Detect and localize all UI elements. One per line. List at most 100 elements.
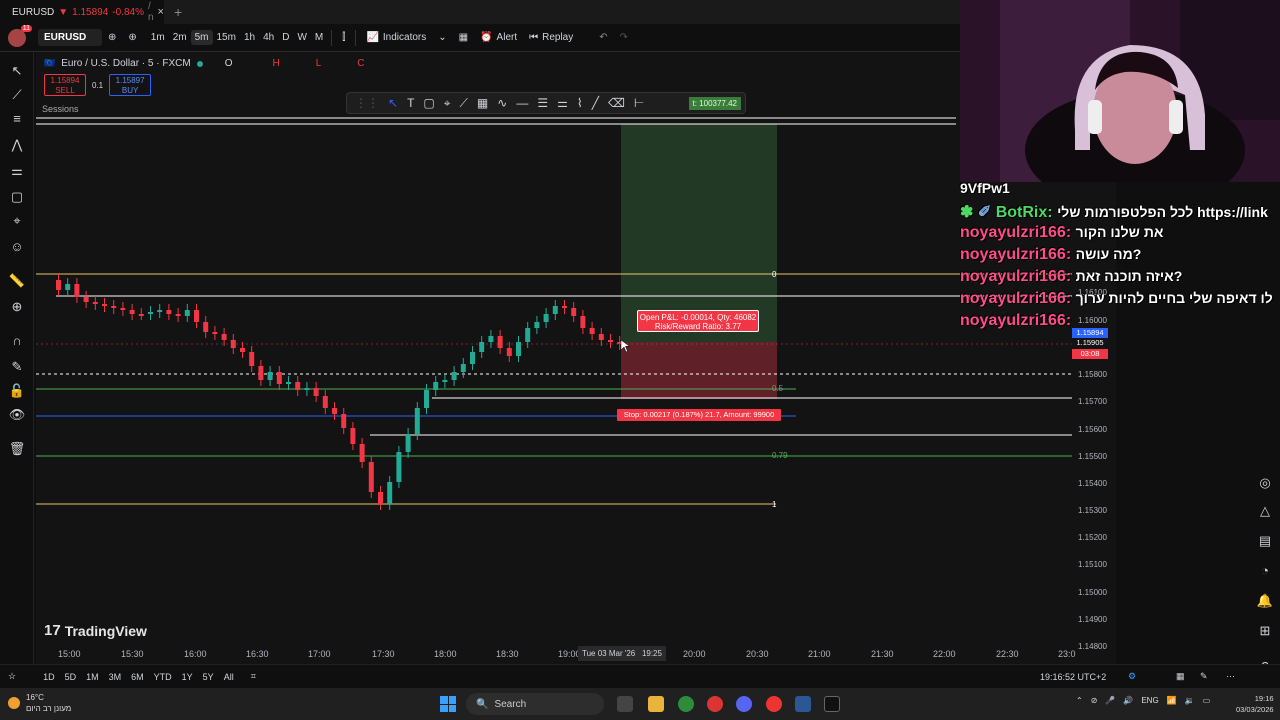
interval-2m[interactable]: 2m <box>169 30 191 45</box>
tray-mic-icon[interactable]: 🎤 <box>1105 696 1115 705</box>
time-axis[interactable]: 23:0 22:30 22:00 21:30 21:00 20:30 20:00 19:00 1… <box>36 644 1116 664</box>
indicators-button[interactable]: 📈 Indicators <box>360 24 432 52</box>
compare-icon[interactable]: ⊕ <box>122 24 146 52</box>
avatar[interactable]: 11 <box>8 24 32 47</box>
tab-close-icon[interactable]: × <box>158 6 164 18</box>
range-3m[interactable]: 3M <box>104 672 127 682</box>
range-1d[interactable]: 1D <box>38 672 60 682</box>
cursor-icon[interactable]: ↖ <box>8 62 26 80</box>
fib-channel-icon[interactable]: ⚌ <box>557 96 568 110</box>
frame-icon[interactable]: ▢ <box>423 96 434 110</box>
rectangle-icon[interactable]: ▢ <box>8 188 26 206</box>
lock-drawing-icon[interactable]: ✎ <box>8 358 26 376</box>
eraser-icon[interactable]: ⌫ <box>608 96 625 110</box>
range-5d[interactable]: 5D <box>60 672 82 682</box>
star-icon[interactable]: ☆ <box>8 671 16 682</box>
edit-icon[interactable]: ✎ <box>1200 671 1208 682</box>
interval-1h[interactable]: 1h <box>240 30 259 45</box>
zoom-icon[interactable]: ⊕ <box>8 298 26 316</box>
range-ytd[interactable]: YTD <box>149 672 177 682</box>
goto-date-icon[interactable]: ⌗ <box>251 671 256 682</box>
range-all[interactable]: All <box>219 672 239 682</box>
interval-1m[interactable]: 1m <box>147 30 169 45</box>
taskbar-search[interactable]: 🔍 Search <box>466 693 604 715</box>
interval-4h[interactable]: 4h <box>259 30 278 45</box>
wifi-icon[interactable]: 📶 <box>1167 696 1177 705</box>
tray-app-icon[interactable]: ⊘ <box>1091 696 1098 705</box>
apps-icon[interactable]: ⊞ <box>1256 622 1274 640</box>
tradingview-app-icon[interactable] <box>824 696 840 712</box>
line-icon[interactable]: — <box>516 96 528 110</box>
hline-icon[interactable]: ⊢ <box>634 96 644 110</box>
range-5y[interactable]: 5Y <box>198 672 219 682</box>
opera-icon[interactable] <box>766 696 782 712</box>
marker-icon[interactable]: ⌖ <box>444 96 451 111</box>
browser-tab[interactable]: EURUSD ▼ 1.15894 -0.84% / n × <box>0 0 164 24</box>
tradingview-logo[interactable]: 17 TradingView <box>44 622 147 639</box>
triangle-icon[interactable]: △ <box>1256 502 1274 520</box>
tray-speaker-icon[interactable]: 🔊 <box>1123 696 1133 705</box>
templates-icon[interactable]: ⌄ <box>432 24 452 52</box>
eye-icon[interactable]: 👁 <box>8 406 26 424</box>
chart-title[interactable]: Euro / U.S. Dollar · 5 · FXCM <box>61 58 190 69</box>
stop-loss-label[interactable]: Stop: 0.00217 (0.187%) 21.7, Amount: 999… <box>617 409 781 421</box>
symbol-search[interactable]: EURUSD <box>38 29 102 46</box>
interval-m[interactable]: M <box>311 30 327 45</box>
calendar-icon[interactable]: ▤ <box>1256 532 1274 550</box>
sell-button[interactable]: 1.15894 SELL <box>44 74 86 96</box>
system-clock[interactable]: 19:16 03/03/2026 <box>1236 693 1274 715</box>
target-icon[interactable]: ◎ <box>1256 474 1274 492</box>
add-symbol-icon[interactable]: ⊕ <box>102 24 122 52</box>
chart-canvas[interactable]: 0 0.5 0.79 1 <box>36 52 1116 664</box>
buy-button[interactable]: 1.15897 BUY <box>109 74 152 96</box>
signal-icon[interactable]: ◔ <box>1256 562 1274 580</box>
bell-icon[interactable]: 🔔 <box>1256 592 1274 610</box>
tray-chevron-icon[interactable]: ⌃ <box>1076 696 1083 705</box>
replay-button[interactable]: ⏮ Replay <box>523 24 579 52</box>
candle-type-icon[interactable]: ⫿ <box>336 24 351 52</box>
trash-icon[interactable]: 🗑 <box>8 440 26 458</box>
interval-15m[interactable]: 15m <box>213 30 240 45</box>
select-icon[interactable]: ↖ <box>388 96 398 110</box>
language-indicator[interactable]: ENG <box>1141 696 1158 705</box>
pattern-icon[interactable]: ⋀ <box>8 136 26 154</box>
interval-d[interactable]: D <box>278 30 293 45</box>
brush-icon[interactable]: ⟋ <box>460 96 468 111</box>
range-1m[interactable]: 1M <box>81 672 104 682</box>
discord-icon[interactable] <box>736 696 752 712</box>
lock-icon[interactable]: 🔓 <box>8 382 26 400</box>
projection-icon[interactable]: ⚌ <box>8 162 26 180</box>
xbox-icon[interactable] <box>678 696 694 712</box>
interval-5m[interactable]: 5m <box>190 30 213 45</box>
fib-icon[interactable]: ≡ <box>8 110 26 128</box>
chart-pane[interactable]: 0 0.5 0.79 1 🇪🇺 Euro / U.S. Dollar · 5 ·… <box>36 52 1116 664</box>
word-icon[interactable] <box>795 696 811 712</box>
interval-w[interactable]: W <box>293 30 310 45</box>
curve-icon[interactable]: ∿ <box>497 96 507 110</box>
layout-icon[interactable]: ▦ <box>1176 671 1185 682</box>
pin-icon[interactable]: ⌖ <box>8 212 26 230</box>
trendline-icon[interactable]: ⟋ <box>8 86 26 104</box>
wave-icon[interactable]: ⌇ <box>577 96 583 110</box>
emoji-icon[interactable]: ☺ <box>8 238 26 256</box>
new-tab-icon[interactable]: + <box>174 4 182 20</box>
alert-button[interactable]: ⏰ Alert <box>474 24 523 52</box>
task-view-icon[interactable] <box>617 696 633 712</box>
grid-icon[interactable]: ▦ <box>477 96 488 110</box>
redo-icon[interactable]: ↷ <box>614 24 634 52</box>
file-explorer-icon[interactable] <box>648 696 664 712</box>
magnet-icon[interactable]: ∩ <box>8 332 26 350</box>
ray-icon[interactable]: ╱ <box>592 96 599 110</box>
chrome-icon[interactable] <box>707 696 723 712</box>
volume-icon[interactable]: 🔉 <box>1185 696 1195 705</box>
undo-icon[interactable]: ↶ <box>593 24 613 52</box>
utc-clock[interactable]: 19:16:52 UTC+2 <box>1040 672 1106 682</box>
ruler-icon[interactable]: 📏 <box>8 272 26 290</box>
sessions-indicator-label[interactable]: Sessions <box>42 104 79 114</box>
range-6m[interactable]: 6M <box>126 672 149 682</box>
battery-icon[interactable]: ▭ <box>1203 696 1211 705</box>
drag-handle-icon[interactable]: ⋮⋮ <box>355 96 379 110</box>
weather-widget[interactable]: 16°C מעונן רב היום <box>8 692 71 714</box>
position-pnl-label[interactable]: Open P&L: -0.00014, Qty: 46082 Risk/Rewa… <box>637 310 759 332</box>
more-icon[interactable]: ⋯ <box>1226 671 1235 682</box>
